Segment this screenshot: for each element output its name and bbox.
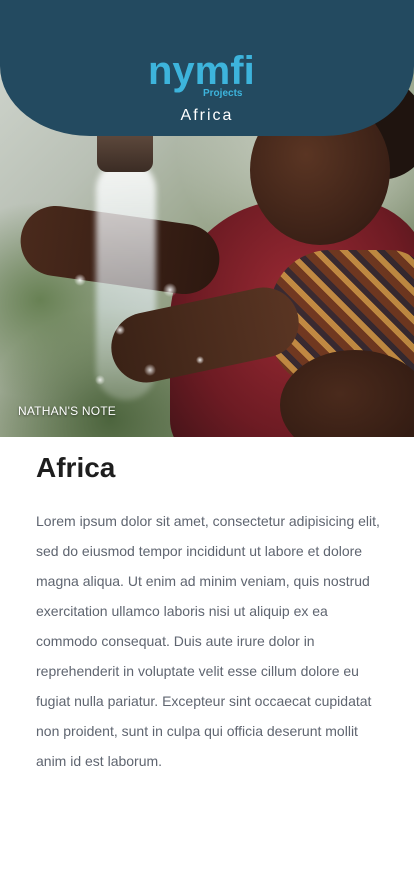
logo-subtext: Projects bbox=[203, 88, 243, 98]
article-body: Lorem ipsum dolor sit amet, consectetur … bbox=[36, 513, 380, 769]
header-title: Africa bbox=[180, 107, 234, 124]
article: Africa Lorem ipsum dolor sit amet, conse… bbox=[36, 452, 381, 776]
note-label[interactable]: NATHAN'S NOTE bbox=[18, 404, 116, 418]
header: nymfi Projects Africa bbox=[0, 0, 414, 136]
project-detail-screen: NATHAN'S NOTE nymfi Projects Africa Afri… bbox=[0, 0, 414, 896]
nymfi-logo[interactable]: nymfi Projects bbox=[146, 46, 266, 98]
article-title: Africa bbox=[36, 452, 116, 483]
logo-text: nymfi bbox=[148, 49, 255, 93]
